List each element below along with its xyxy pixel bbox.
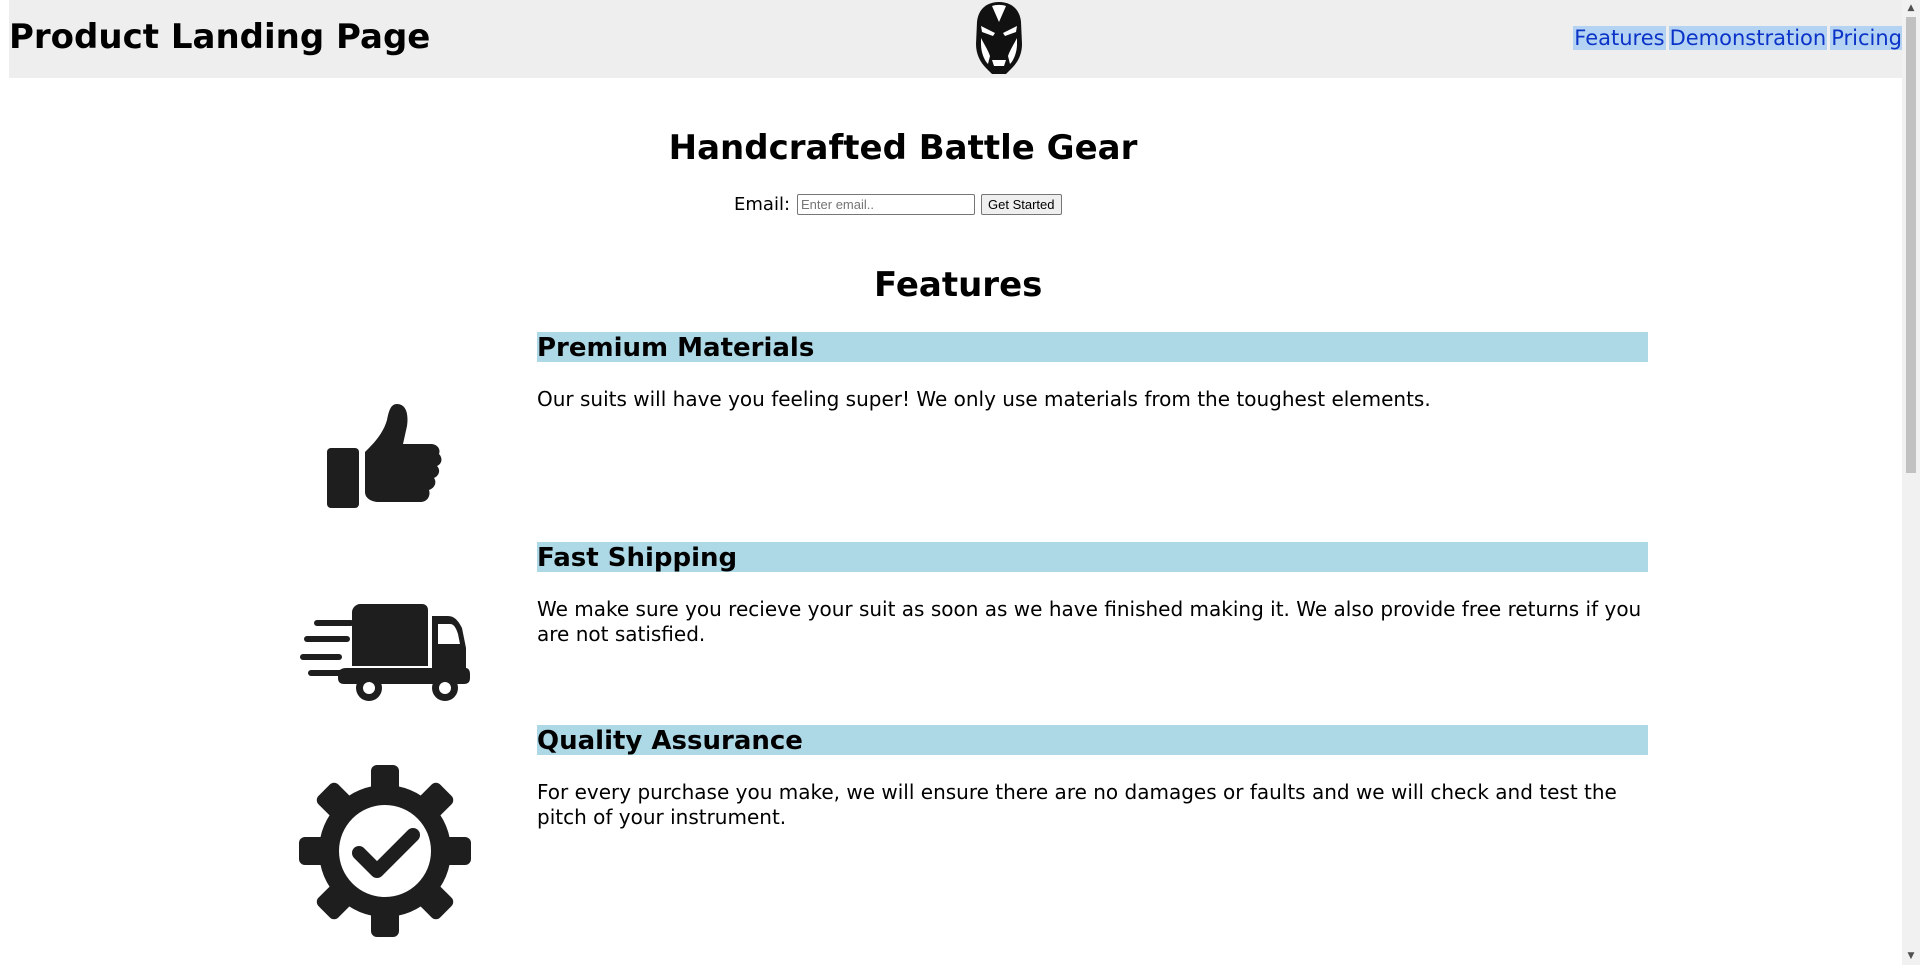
hero-title: Handcrafted Battle Gear	[0, 128, 1902, 168]
feature-text-quality-assurance: For every purchase you make, we will ens…	[537, 780, 1617, 829]
feature-text-fast-shipping: We make sure you recieve your suit as so…	[537, 597, 1642, 646]
feature-heading-fast-shipping: Fast Shipping	[537, 542, 1648, 573]
features-title: Features	[874, 265, 1043, 305]
nav-bar: Features Demonstration Pricing	[1570, 26, 1902, 50]
feature-heading-premium-materials: Premium Materials	[537, 332, 1648, 363]
feature-heading-quality-assurance: Quality Assurance	[537, 725, 1648, 756]
iron-man-helmet-icon	[976, 2, 1022, 74]
thumbs-up-icon	[327, 404, 442, 508]
feature-text-premium-materials: Our suits will have you feeling super! W…	[537, 387, 1431, 411]
delivery-truck-icon	[300, 604, 470, 701]
vertical-scrollbar[interactable]: ▲ ▼	[1902, 0, 1920, 965]
site-header: Product Landing Page Features Demonstrati…	[9, 0, 1902, 78]
page: Product Landing Page Features Demonstrati…	[0, 0, 1902, 965]
hero-title-text: Handcrafted Battle Gear	[668, 128, 1138, 168]
nav-link-demonstration[interactable]: Demonstration	[1668, 26, 1828, 50]
get-started-button[interactable]: Get Started	[981, 194, 1062, 215]
gear-check-icon	[299, 765, 471, 937]
email-input[interactable]	[797, 194, 976, 215]
scrollbar-thumb[interactable]	[1906, 17, 1916, 473]
nav-link-pricing[interactable]: Pricing	[1830, 26, 1902, 50]
email-label: Email:	[734, 194, 791, 215]
scroll-down-arrow-icon[interactable]: ▼	[1902, 948, 1920, 965]
site-title: Product Landing Page	[9, 17, 431, 57]
signup-form: Email: Get Started	[734, 194, 1062, 215]
scroll-up-arrow-icon[interactable]: ▲	[1902, 0, 1920, 17]
nav-link-features[interactable]: Features	[1573, 26, 1666, 50]
